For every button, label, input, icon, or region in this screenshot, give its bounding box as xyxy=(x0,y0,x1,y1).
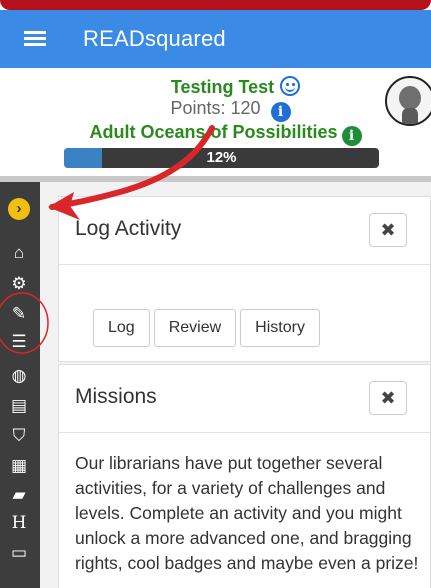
app-title: READsquared xyxy=(83,26,226,51)
home-icon[interactable]: ⌂ xyxy=(6,242,32,264)
card-header: Missions ✖ xyxy=(59,365,430,433)
open-book-icon[interactable]: ▭ xyxy=(6,542,32,564)
profile-panel: Testing Test Points: 120 i Adult Oceans o… xyxy=(0,68,431,176)
log-button-row: Log Review History xyxy=(93,309,320,347)
list-icon[interactable]: ☰ xyxy=(6,331,32,353)
avatar[interactable] xyxy=(385,76,431,126)
close-icon[interactable]: ✖ xyxy=(369,213,407,247)
user-name: Testing Test xyxy=(170,77,275,97)
info-icon[interactable]: i xyxy=(341,126,362,146)
points-row: Points: 120 i xyxy=(0,98,431,122)
card-header: Log Activity ✖ xyxy=(59,197,430,265)
sidebar: › ⌂ ⚙ ✎ ☰ ◍ ▤ ⛉ ▦ ▰ H ▭ xyxy=(0,182,40,588)
points-text: Points: 120 xyxy=(170,98,261,118)
app-bar: READsquared xyxy=(0,10,431,68)
program-name: Adult Oceans of Possibilities xyxy=(89,122,338,142)
missions-description: Our librarians have put together several… xyxy=(75,453,419,573)
pencil-icon[interactable]: ✎ xyxy=(6,303,32,325)
card-title: Log Activity xyxy=(75,217,182,240)
book-icon[interactable]: ▰ xyxy=(6,484,32,506)
log-activity-card: Log Activity ✖ Log Review History xyxy=(58,196,431,362)
history-button[interactable]: History xyxy=(240,309,320,347)
user-name-row: Testing Test xyxy=(0,76,431,98)
progress-bar: 12% xyxy=(64,148,379,168)
calendar-icon[interactable]: ▦ xyxy=(6,455,32,477)
map-icon[interactable]: ▤ xyxy=(6,395,32,417)
top-strip xyxy=(0,0,431,10)
smile-icon[interactable] xyxy=(280,76,301,96)
h-icon[interactable]: H xyxy=(6,512,32,534)
shield-icon[interactable]: ⛉ xyxy=(6,425,32,447)
progress-label: 12% xyxy=(206,149,237,166)
review-button[interactable]: Review xyxy=(153,309,237,347)
gear-icon[interactable]: ⚙ xyxy=(6,273,32,295)
missions-card: Missions ✖ Our librarians have put toget… xyxy=(58,364,431,588)
main-content: Log Activity ✖ Log Review History Missio… xyxy=(40,182,431,588)
hamburger-icon[interactable] xyxy=(24,29,46,47)
close-icon[interactable]: ✖ xyxy=(369,381,407,415)
expand-sidebar-icon[interactable]: › xyxy=(8,198,30,220)
card-title: Missions xyxy=(75,385,157,408)
program-row: Adult Oceans of Possibilities i xyxy=(0,122,431,146)
log-button[interactable]: Log xyxy=(93,309,150,347)
gamepad-icon[interactable]: ◍ xyxy=(6,365,32,387)
info-icon[interactable]: i xyxy=(270,102,291,122)
